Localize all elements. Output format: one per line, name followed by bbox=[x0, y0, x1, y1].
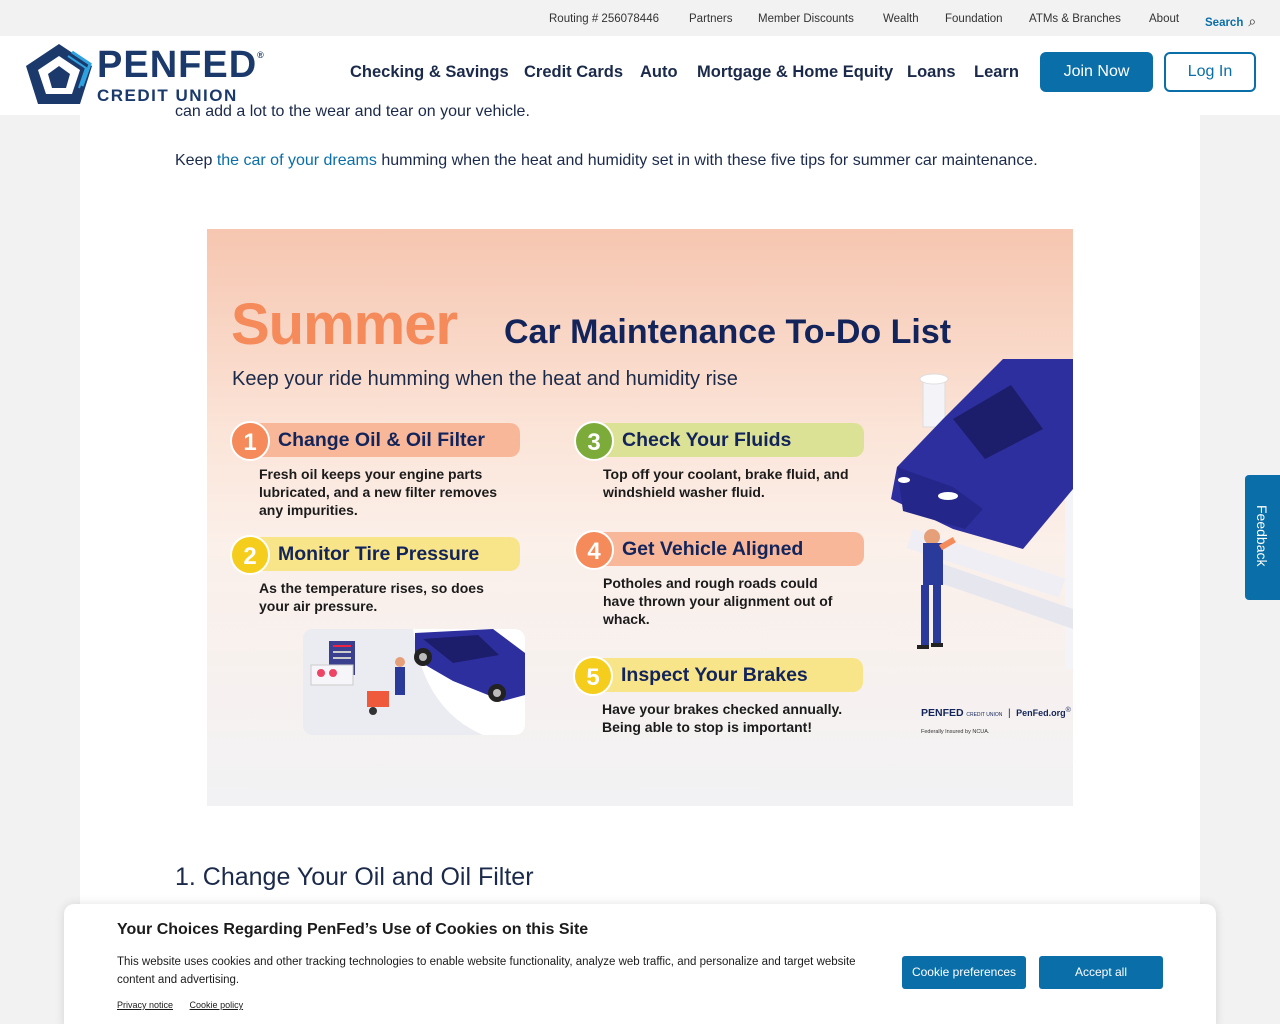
join-now-button[interactable]: Join Now bbox=[1040, 52, 1153, 92]
logo-wordmark: PENFED bbox=[97, 44, 258, 86]
cookie-policy-link[interactable]: Cookie policy bbox=[190, 1000, 244, 1010]
pentagon-logo-icon bbox=[26, 44, 92, 104]
privacy-notice-link[interactable]: Privacy notice bbox=[117, 1000, 173, 1010]
nav-loans[interactable]: Loans bbox=[907, 63, 956, 82]
cookie-links: Privacy notice Cookie policy bbox=[117, 1000, 257, 1010]
article-body: can add a lot to the wear and tear on yo… bbox=[80, 103, 1200, 1024]
util-link-about[interactable]: About bbox=[1149, 13, 1179, 25]
feedback-label: Feedback bbox=[1254, 505, 1270, 567]
step-title: Get Vehicle Aligned bbox=[622, 538, 804, 560]
penfed-logo[interactable]: PENFED® CREDIT UNION bbox=[24, 42, 274, 106]
search-icon: ⌕ bbox=[1248, 13, 1257, 29]
util-link-atms-branches[interactable]: ATMs & Branches bbox=[1029, 13, 1121, 25]
infographic-fine-print: Federally Insured by NCUA. bbox=[921, 729, 990, 735]
intro-text-post: humming when the heat and humidity set i… bbox=[376, 152, 1038, 169]
accept-all-button[interactable]: Accept all bbox=[1039, 956, 1163, 989]
cookie-preferences-button[interactable]: Cookie preferences bbox=[902, 956, 1026, 989]
infographic-title: Car Maintenance To-Do List bbox=[504, 313, 952, 351]
article-intro: Keep the car of your dreams humming when… bbox=[175, 152, 1038, 170]
infographic-logo-tagline: CREDIT UNION bbox=[966, 712, 1003, 718]
infographic-title-accent: Summer bbox=[231, 292, 458, 357]
util-link-foundation[interactable]: Foundation bbox=[945, 13, 1003, 25]
nav-checking-savings[interactable]: Checking & Savings bbox=[350, 63, 509, 82]
step-number: 5 bbox=[573, 656, 613, 696]
nav-learn[interactable]: Learn bbox=[974, 63, 1019, 82]
step-title: Change Oil & Oil Filter bbox=[278, 429, 485, 451]
step-number: 2 bbox=[230, 535, 270, 575]
infographic-brand: PENFED CREDIT UNION | PenFed.org® bbox=[921, 707, 1071, 719]
step-title: Check Your Fluids bbox=[622, 429, 792, 451]
step-title: Inspect Your Brakes bbox=[621, 664, 808, 686]
section-heading: 1. Change Your Oil and Oil Filter bbox=[175, 863, 534, 891]
infographic-subtitle: Keep your ride humming when the heat and… bbox=[232, 368, 738, 390]
step-title: Monitor Tire Pressure bbox=[278, 543, 480, 565]
logo-registered: ® bbox=[257, 50, 265, 60]
step-number: 4 bbox=[574, 530, 614, 570]
nav-credit-cards[interactable]: Credit Cards bbox=[524, 63, 623, 82]
car-lift-illustration bbox=[873, 359, 1073, 689]
step-body: Have your brakes checked annually. Being… bbox=[602, 701, 843, 735]
car-of-your-dreams-link[interactable]: the car of your dreams bbox=[217, 152, 377, 169]
cookie-banner: Your Choices Regarding PenFed’s Use of C… bbox=[64, 904, 1216, 1024]
step-body: Top off your coolant, brake fluid, and w… bbox=[603, 466, 849, 500]
mechanic-car-illustration-icon bbox=[303, 629, 525, 735]
search-link[interactable]: Search ⌕ bbox=[1205, 13, 1256, 30]
step-body: Potholes and rough roads could have thro… bbox=[603, 575, 833, 627]
infographic-logo-wordmark: PENFED bbox=[921, 707, 964, 719]
nav-auto[interactable]: Auto bbox=[640, 63, 678, 82]
tire-pressure-illustration bbox=[303, 629, 525, 735]
article-paragraph-partial: can add a lot to the wear and tear on yo… bbox=[175, 103, 530, 120]
step-number: 3 bbox=[574, 421, 614, 461]
search-label: Search bbox=[1205, 17, 1244, 29]
intro-text-pre: Keep bbox=[175, 152, 217, 169]
feedback-tab[interactable]: Feedback bbox=[1245, 475, 1280, 600]
infographic-site-registered: ® bbox=[1065, 707, 1071, 714]
infographic-site-url: PenFed.org bbox=[1016, 708, 1066, 718]
infographic: Summer Car Maintenance To-Do List Keep y… bbox=[207, 229, 1073, 806]
util-link-partners[interactable]: Partners bbox=[689, 13, 732, 25]
step-body: Fresh oil keeps your engine parts lubric… bbox=[259, 466, 498, 518]
step-number: 1 bbox=[230, 421, 270, 461]
step-body: As the temperature rises, so does your a… bbox=[259, 580, 484, 614]
utility-bar: Routing # 256078446 Partners Member Disc… bbox=[0, 0, 1280, 36]
cookie-banner-title: Your Choices Regarding PenFed’s Use of C… bbox=[117, 921, 589, 938]
car-on-lift-icon bbox=[891, 359, 1073, 669]
util-link-member-discounts[interactable]: Member Discounts bbox=[758, 13, 854, 25]
nav-mortgage-home-equity[interactable]: Mortgage & Home Equity bbox=[697, 63, 893, 82]
log-in-button[interactable]: Log In bbox=[1164, 52, 1256, 92]
util-link-wealth[interactable]: Wealth bbox=[883, 13, 919, 25]
routing-number: Routing # 256078446 bbox=[549, 13, 659, 25]
cookie-banner-text: This website uses cookies and other trac… bbox=[117, 956, 856, 986]
